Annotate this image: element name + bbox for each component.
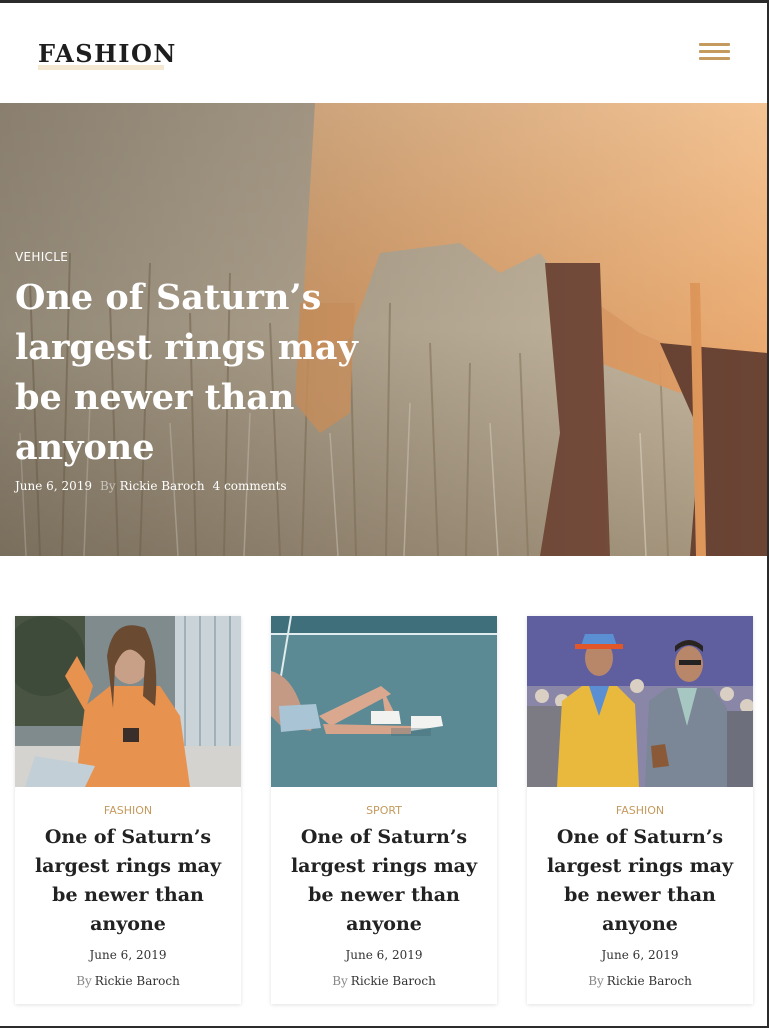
post-card-1-image[interactable] [15, 616, 241, 787]
post-card-1-by-label: By [76, 974, 92, 988]
hero-meta: June 6, 2019 By Rickie Baroch 4 comments [15, 479, 287, 493]
post-card-2-date: June 6, 2019 [345, 948, 423, 962]
hero-author-link[interactable]: Rickie Baroch [120, 479, 205, 493]
post-card-2-author: By Rickie Baroch [271, 974, 497, 988]
post-card-2-image[interactable] [271, 616, 497, 787]
post-card-3-title[interactable]: One of Saturn’s largest rings may be new… [537, 823, 743, 939]
site-header: FASHION [0, 3, 767, 103]
hero-category-label[interactable]: VEHICLE [15, 250, 68, 264]
hamburger-menu-icon[interactable] [699, 43, 731, 65]
post-card-3-by-label: By [588, 974, 604, 988]
post-card-3-author: By Rickie Baroch [527, 974, 753, 988]
hero-title[interactable]: One of Saturn’s largest rings may be new… [15, 273, 365, 473]
post-card-3-image[interactable] [527, 616, 753, 787]
hero-comments-link[interactable]: 4 comments [213, 479, 287, 493]
post-card-1-date: June 6, 2019 [89, 948, 167, 962]
post-card-3-date: June 6, 2019 [601, 948, 679, 962]
hero-date: June 6, 2019 [15, 479, 92, 493]
post-card-1-author-link[interactable]: Rickie Baroch [95, 974, 180, 988]
post-card-2-by-label: By [332, 974, 348, 988]
post-card-1[interactable]: FASHION One of Saturn’s largest rings ma… [15, 616, 241, 1004]
post-card-3-category[interactable]: FASHION [527, 804, 753, 817]
site-logo[interactable]: FASHION [38, 39, 177, 68]
post-card-1-title[interactable]: One of Saturn’s largest rings may be new… [25, 823, 231, 939]
post-card-1-author: By Rickie Baroch [15, 974, 241, 988]
hero-by-label: By [100, 479, 116, 493]
post-card-2[interactable]: SPORT One of Saturn’s largest rings may … [271, 616, 497, 1004]
hero-featured-post[interactable]: VEHICLE One of Saturn’s largest rings ma… [0, 103, 767, 556]
post-card-1-category[interactable]: FASHION [15, 804, 241, 817]
post-card-3[interactable]: FASHION One of Saturn’s largest rings ma… [527, 616, 753, 1004]
post-card-2-author-link[interactable]: Rickie Baroch [351, 974, 436, 988]
post-card-3-author-link[interactable]: Rickie Baroch [607, 974, 692, 988]
post-card-2-title[interactable]: One of Saturn’s largest rings may be new… [281, 823, 487, 939]
post-card-2-category[interactable]: SPORT [271, 804, 497, 817]
